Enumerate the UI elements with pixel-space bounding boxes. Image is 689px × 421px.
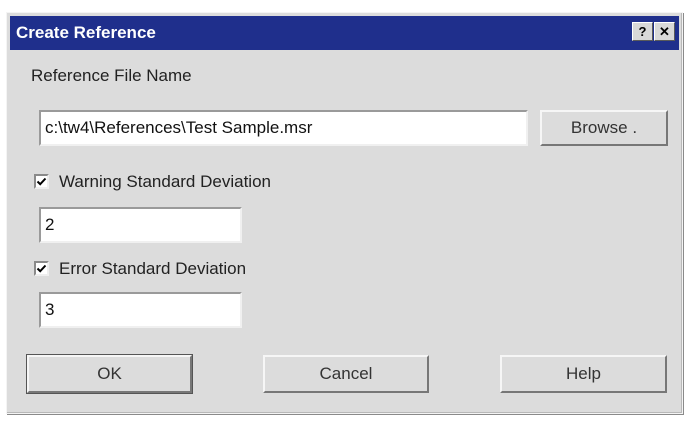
checkmark-icon [36,177,47,186]
warning-std-dev-input[interactable] [39,207,242,243]
error-std-dev-label: Error Standard Deviation [59,259,247,278]
warning-std-dev-label: Warning Standard Deviation [59,172,271,191]
help-button[interactable]: Help [500,355,667,393]
help-icon[interactable]: ? [632,22,653,41]
cancel-button[interactable]: Cancel [263,355,429,393]
checkmark-icon [36,264,47,273]
title-bar[interactable]: Create Reference ? ✕ [10,16,679,50]
error-checkbox[interactable] [34,261,49,276]
reference-file-input[interactable] [39,110,528,146]
error-std-dev-input[interactable] [39,292,242,328]
ok-button[interactable]: OK [26,354,193,394]
dialog-title: Create Reference [16,23,156,42]
warning-checkbox[interactable] [34,174,49,189]
reference-file-name-label: Reference File Name [31,66,192,85]
browse-button[interactable]: Browse . [540,110,668,146]
close-icon[interactable]: ✕ [654,22,675,41]
create-reference-dialog: Create Reference ? ✕ Reference File Name… [6,12,683,414]
